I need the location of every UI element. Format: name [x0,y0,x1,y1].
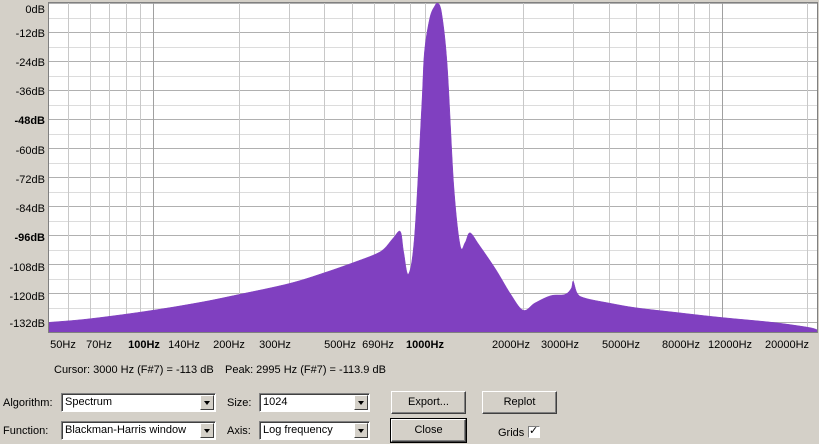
spectrum-plot[interactable] [48,2,818,333]
x-tick-label: 200Hz [213,339,245,351]
axis-label: Axis: [227,425,251,437]
close-button[interactable]: Close [390,418,467,443]
x-tick-label: 70Hz [86,339,112,351]
y-tick-label: -48dB [14,115,45,127]
x-tick-label: 20000Hz [764,339,810,351]
x-tick-label: 500Hz [324,339,356,351]
y-tick-label: -60dB [15,145,45,157]
y-tick-label: -132dB [9,318,45,330]
chevron-down-icon[interactable] [200,423,214,438]
size-select[interactable]: 1024 [259,393,370,412]
y-tick-label: -24dB [15,57,45,69]
spectrum-plot-svg [49,3,817,332]
y-tick-label: -96dB [14,232,45,244]
function-value: Blackman-Harris window [65,424,187,436]
y-tick-label: 0dB [25,4,45,16]
cursor-readout: Cursor: 3000 Hz (F#7) = -113 dB [54,364,214,376]
x-tick-label: 300Hz [259,339,291,351]
spectrum-area [49,3,817,332]
x-tick-label: 1000Hz [406,339,444,351]
replot-button[interactable]: Replot [482,391,557,414]
y-tick-label: -36dB [15,86,45,98]
x-tick-label: 100Hz [128,339,160,351]
algorithm-value: Spectrum [65,396,113,408]
y-tick-label: -84dB [15,203,45,215]
x-tick-label: 5000Hz [602,339,640,351]
x-tick-label: 140Hz [168,339,200,351]
x-tick-label: 8000Hz [662,339,700,351]
x-tick-label: 50Hz [50,339,76,351]
peak-readout: Peak: 2995 Hz (F#7) = -113.9 dB [225,364,386,376]
grids-label: Grids [498,427,525,439]
y-tick-label: -108dB [9,262,45,274]
function-label: Function: [3,425,49,437]
axis-value: Log frequency [263,424,333,436]
y-tick-label: -72dB [15,174,45,186]
grids-checkbox[interactable] [528,424,540,438]
x-tick-label: 690Hz [362,339,394,351]
algorithm-label: Algorithm: [3,397,53,409]
x-tick-label: 2000Hz [492,339,530,351]
x-tick-label: 3000Hz [541,339,579,351]
function-select[interactable]: Blackman-Harris window [61,421,216,440]
axis-select[interactable]: Log frequency [259,421,370,440]
export-button[interactable]: Export... [391,391,466,414]
chevron-down-icon[interactable] [354,423,368,438]
size-value: 1024 [263,396,288,408]
chevron-down-icon[interactable] [200,395,214,410]
algorithm-select[interactable]: Spectrum [61,393,216,412]
y-tick-label: -12dB [15,28,45,40]
x-tick-label: 12000Hz [707,339,753,351]
size-label: Size: [227,397,252,409]
y-tick-label: -120dB [9,291,45,303]
chevron-down-icon[interactable] [354,395,368,410]
